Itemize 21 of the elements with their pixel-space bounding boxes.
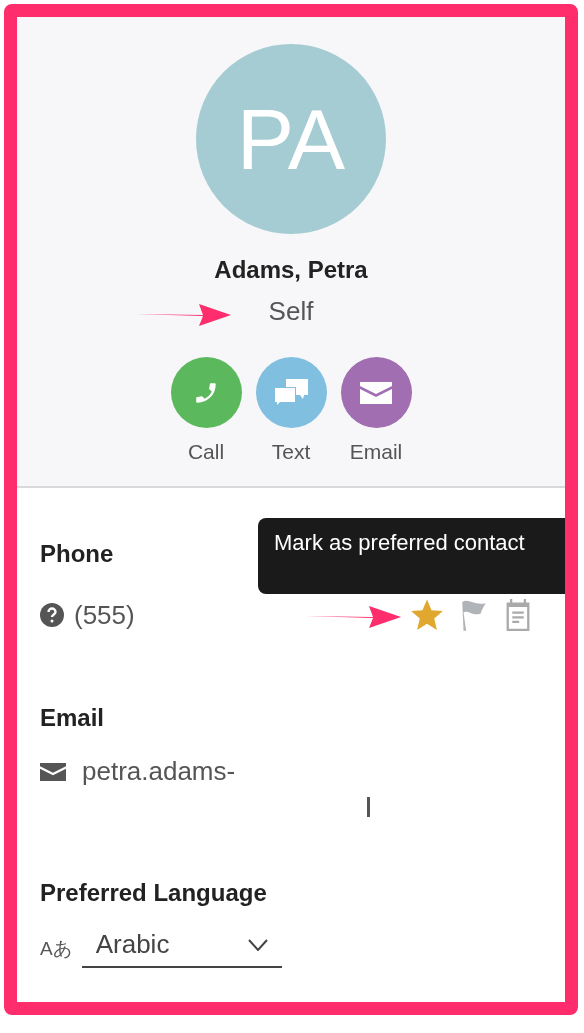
email-address: petra.adams- bbox=[82, 756, 236, 787]
relationship-label: Self bbox=[268, 296, 314, 327]
envelope-icon bbox=[40, 762, 66, 781]
contact-name: Adams, Petra bbox=[214, 256, 368, 284]
action-label: Call bbox=[187, 440, 225, 464]
section-label: Email bbox=[40, 704, 105, 732]
phone-number: (555) bbox=[74, 599, 135, 631]
action-label: Email bbox=[349, 440, 403, 464]
text-cursor-icon bbox=[367, 797, 370, 817]
avatar: PA bbox=[196, 44, 386, 234]
section-label: Preferred Language bbox=[40, 879, 267, 907]
chevron-down-icon bbox=[247, 938, 268, 951]
star-icon[interactable] bbox=[410, 598, 444, 632]
language-select[interactable]: Arabic bbox=[81, 929, 282, 968]
envelope-icon bbox=[360, 381, 392, 404]
section-label: Phone bbox=[40, 540, 114, 568]
tooltip: Mark as preferred contact bbox=[258, 518, 565, 594]
calendar-icon[interactable] bbox=[504, 599, 532, 631]
action-label: Text bbox=[271, 440, 311, 464]
question-icon bbox=[40, 603, 64, 627]
language-icon: Aあ bbox=[40, 935, 72, 962]
